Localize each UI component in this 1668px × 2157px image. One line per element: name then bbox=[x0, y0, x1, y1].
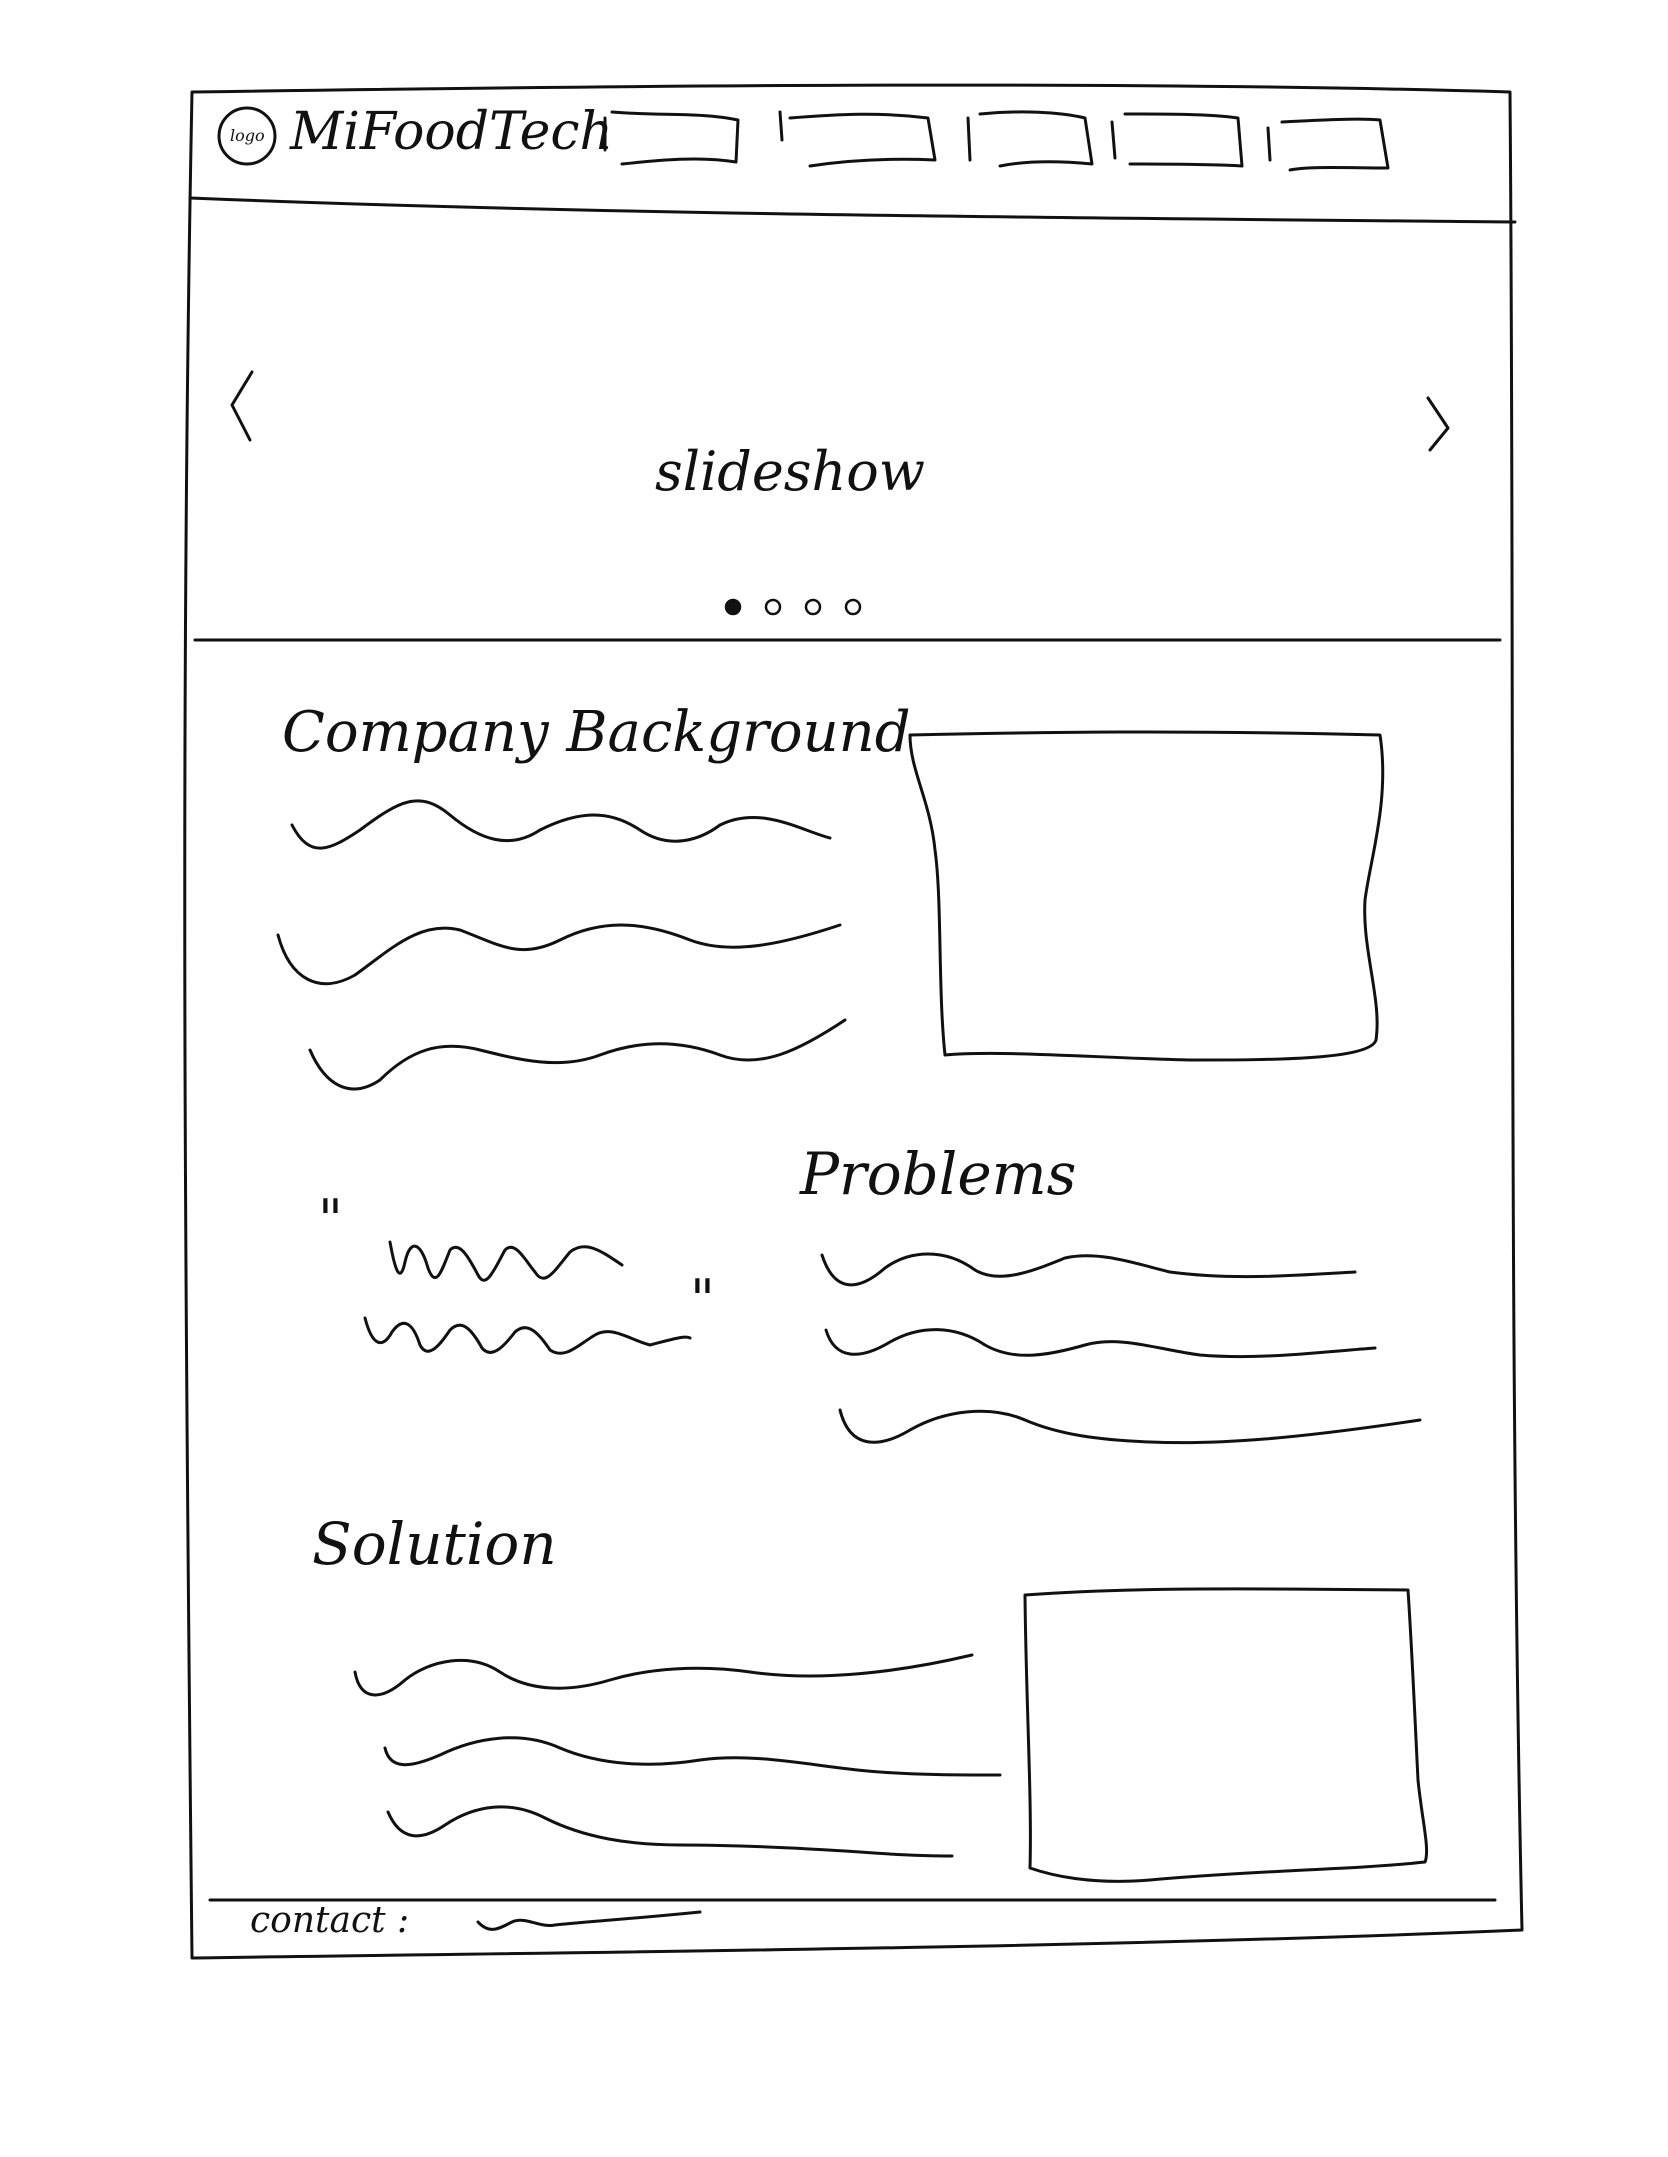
nav-item-5[interactable] bbox=[1266, 117, 1390, 172]
chevron-left-icon[interactable] bbox=[230, 370, 254, 442]
slideshow-dot-1[interactable] bbox=[724, 598, 742, 616]
nav-item-4[interactable] bbox=[1110, 112, 1244, 168]
nav-item-1[interactable] bbox=[603, 110, 740, 166]
wireframe-sketch bbox=[183, 83, 1524, 1960]
quote-open-mark: " bbox=[318, 1188, 343, 1251]
problems-text bbox=[820, 1252, 1422, 1445]
company-background-image bbox=[908, 730, 1385, 1062]
solution-title: Solution bbox=[312, 1510, 557, 1578]
nav-bar bbox=[603, 110, 1390, 172]
logo-text: logo bbox=[230, 126, 265, 145]
slideshow-dot-2[interactable] bbox=[764, 598, 782, 616]
slideshow-label: slideshow bbox=[655, 440, 925, 503]
page-frame bbox=[183, 83, 1524, 1960]
chevron-right-icon[interactable] bbox=[1426, 396, 1450, 452]
solution-image bbox=[1023, 1587, 1429, 1883]
brand-title[interactable]: MiFoodTech bbox=[290, 102, 613, 162]
header-divider bbox=[188, 196, 1517, 224]
contact-value bbox=[476, 1910, 702, 1931]
slideshow-dot-3[interactable] bbox=[804, 598, 822, 616]
company-background-text bbox=[276, 799, 847, 1091]
problems-title: Problems bbox=[800, 1140, 1077, 1208]
company-background-title: Company Background bbox=[282, 700, 911, 765]
nav-item-2[interactable] bbox=[778, 110, 937, 168]
nav-item-3[interactable] bbox=[966, 110, 1094, 168]
solution-text bbox=[353, 1653, 1002, 1858]
slideshow-dots bbox=[724, 598, 862, 616]
quote-close-mark: " bbox=[690, 1268, 715, 1331]
slideshow-dot-4[interactable] bbox=[844, 598, 862, 616]
contact-label: contact : bbox=[250, 1900, 410, 1941]
quote-text bbox=[363, 1240, 692, 1355]
